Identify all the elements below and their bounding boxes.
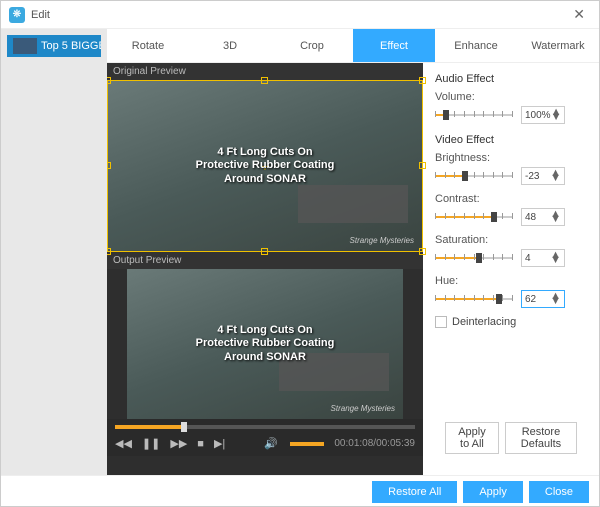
contrast-slider[interactable] [435,211,513,223]
seek-bar[interactable] [115,425,415,429]
ship-graphic [298,185,408,223]
overlay-line: Around SONAR [196,351,335,364]
clip-thumb-icon [13,38,37,54]
restore-all-button[interactable]: Restore All [372,481,457,503]
volume-icon[interactable]: 🔊 [264,437,278,450]
sidebar: Top 5 BIGGEST ... [1,29,107,475]
overlay-line: 4 Ft Long Cuts On [196,146,335,159]
next-icon[interactable]: ▶▶ [170,437,187,450]
contrast-label: Contrast: [435,193,587,205]
crop-handle[interactable] [419,77,426,84]
brightness-label: Brightness: [435,152,587,164]
deinterlace-checkbox[interactable]: Deinterlacing [435,316,587,328]
overlay-line: Protective Rubber Coating [196,159,335,172]
overlay-line: Protective Rubber Coating [196,337,335,350]
crop-handle[interactable] [261,77,268,84]
video-section-label: Video Effect [435,134,587,146]
clip-label: Top 5 BIGGEST ... [41,40,101,52]
overlay-line: 4 Ft Long Cuts On [196,324,335,337]
tab-crop[interactable]: Crop [271,29,353,62]
tab-rotate[interactable]: Rotate [107,29,189,62]
crop-handle[interactable] [261,248,268,255]
brightness-stepper[interactable]: -23▲▼ [521,167,565,185]
output-preview: 4 Ft Long Cuts On Protective Rubber Coat… [127,269,403,419]
tab-3d[interactable]: 3D [189,29,271,62]
tab-enhance[interactable]: Enhance [435,29,517,62]
close-button[interactable]: Close [529,481,589,503]
brightness-slider[interactable] [435,170,513,182]
crop-handle[interactable] [107,248,111,255]
app-icon: ❊ [9,7,25,23]
prev-icon[interactable]: ◀◀ [115,437,132,450]
time-display: 00:01:08/00:05:39 [334,438,415,449]
volume-bar[interactable] [290,442,325,446]
signature: Strange Mysteries [331,404,395,413]
signature: Strange Mysteries [350,236,414,245]
saturation-label: Saturation: [435,234,587,246]
hue-slider[interactable] [435,293,513,305]
crop-handle[interactable] [419,162,426,169]
crop-handle[interactable] [107,77,111,84]
stop-icon[interactable]: ■ [197,438,204,450]
close-icon[interactable]: ✕ [567,4,591,25]
hue-stepper[interactable]: 62▲▼ [521,290,565,308]
apply-button[interactable]: Apply [463,481,523,503]
sidebar-clip-item[interactable]: Top 5 BIGGEST ... [7,35,101,57]
volume-slider[interactable] [435,109,513,121]
tab-effect[interactable]: Effect [353,29,435,62]
checkbox-icon [435,316,447,328]
contrast-stepper[interactable]: 48▲▼ [521,208,565,226]
crop-handle[interactable] [107,162,111,169]
saturation-slider[interactable] [435,252,513,264]
tab-bar: Rotate 3D Crop Effect Enhance Watermark [107,29,599,63]
crop-handle[interactable] [419,248,426,255]
volume-stepper[interactable]: 100%▲▼ [521,106,565,124]
original-preview[interactable]: 4 Ft Long Cuts On Protective Rubber Coat… [107,80,423,252]
saturation-stepper[interactable]: 4▲▼ [521,249,565,267]
step-icon[interactable]: ▶| [214,437,225,450]
overlay-line: Around SONAR [196,173,335,186]
tab-watermark[interactable]: Watermark [517,29,599,62]
restore-defaults-button[interactable]: Restore Defaults [505,422,577,454]
window-title: Edit [31,9,567,21]
pause-icon[interactable]: ❚❚ [142,437,160,450]
audio-section-label: Audio Effect [435,73,587,85]
apply-all-button[interactable]: Apply to All [445,422,499,454]
deinterlace-label: Deinterlacing [452,316,516,328]
hue-label: Hue: [435,275,587,287]
volume-label: Volume: [435,91,587,103]
